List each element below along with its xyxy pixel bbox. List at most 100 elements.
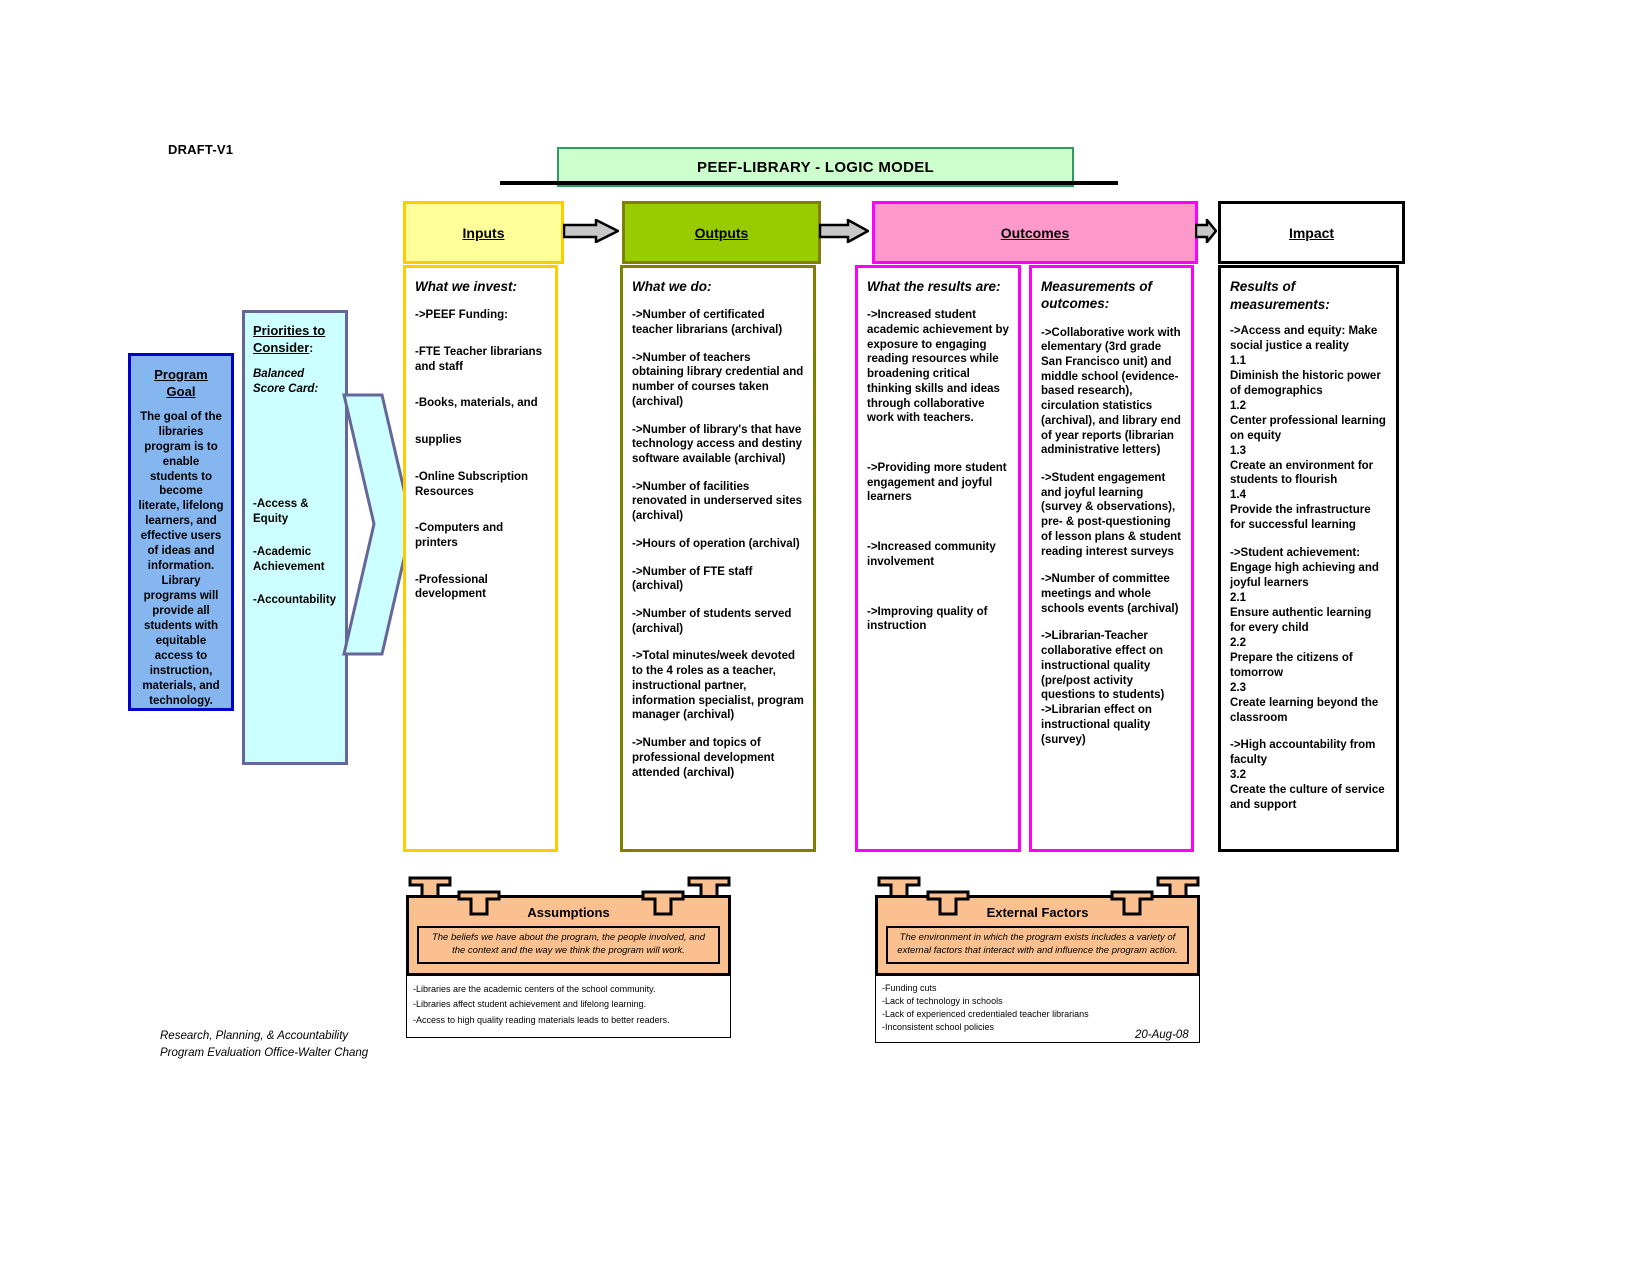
external-factors-section: External Factors The environment in whic…	[875, 876, 1200, 1043]
arrow-outputs-to-outcomes-icon	[819, 219, 869, 243]
external-factors-clamp-left-inner-icon	[926, 890, 970, 916]
results-heading: What the results are:	[867, 279, 1001, 294]
external-factors-item-2: -Lack of technology in schools	[882, 995, 1003, 1006]
impact-sub-3-2-text: Create the culture of service and suppor…	[1230, 784, 1385, 812]
assumptions-section: Assumptions The beliefs we have about th…	[406, 876, 731, 1038]
measures-heading-line2: outcomes:	[1041, 296, 1110, 312]
assumptions-item-1: -Libraries are the academic centers of t…	[413, 983, 656, 994]
inputs-item-computers-printers: -Computers and printers	[415, 522, 504, 550]
inputs-item-books-materials: -Books, materials, and	[415, 397, 538, 410]
assumptions-subtitle: The beliefs we have about the program, t…	[417, 926, 720, 964]
impact-sub-1-4-number: 1.4	[1230, 489, 1246, 502]
outputs-item-certificated-librarians: ->Number of certificated teacher librari…	[632, 309, 783, 336]
footer-date: 20-Aug-08	[1135, 1029, 1189, 1041]
impact-sub-1-1-number: 1.1	[1230, 354, 1246, 367]
measures-heading-line1: Measurements of	[1041, 279, 1153, 294]
footer-line-2: Program Evaluation Office-Walter Chang	[160, 1046, 369, 1059]
impact-gap-1	[1230, 533, 1387, 546]
inputs-item-funding: ->PEEF Funding:	[415, 309, 508, 322]
priority-item-access-equity: -Access & Equity	[253, 497, 309, 525]
program-goal-box: Program Goal The goal of the libraries p…	[128, 353, 234, 711]
measures-item-librarian-effect: ->Librarian effect on instructional qual…	[1041, 704, 1152, 746]
arrow-outcomes-to-impact-icon	[1195, 219, 1217, 243]
external-factors-clamp-right-inner-icon	[1110, 890, 1154, 916]
impact-sub-2-2-text: Prepare the citizens of tomorrow	[1230, 651, 1353, 679]
results-item-community-involvement: ->Increased community involvement	[867, 541, 996, 568]
program-goal-body: The goal of the libraries program is to …	[138, 410, 224, 707]
program-goal-title-line1: Program	[154, 367, 208, 382]
inputs-heading: What we invest:	[415, 279, 518, 294]
inputs-item-professional-development: -Professional development	[415, 573, 488, 601]
impact-sub-2-3-text: Create learning beyond the classroom	[1230, 696, 1379, 724]
impact-heading: Results of measurements:	[1230, 279, 1330, 312]
arrow-inputs-to-outputs-icon	[563, 219, 619, 243]
program-goal-title: Program Goal	[138, 367, 224, 401]
measures-heading: Measurements of outcomes:	[1041, 278, 1182, 313]
results-item-academic-achievement: ->Increased student academic achievement…	[867, 309, 1009, 425]
impact-sub-3-2-number: 3.2	[1230, 769, 1246, 782]
impact-sub-2-3-number: 2.3	[1230, 681, 1246, 694]
column-header-impact: Impact	[1218, 201, 1405, 264]
results-item-quality-of-instruction: ->Improving quality of instruction	[867, 605, 988, 633]
impact-sub-1-3-number: 1.3	[1230, 444, 1246, 457]
impact-group-accountability: ->High accountability from faculty 3.2 C…	[1230, 738, 1387, 813]
column-header-outputs-label: Outputs	[694, 224, 749, 241]
measures-item-student-engagement: ->Student engagement and joyful learning…	[1041, 472, 1181, 558]
assumptions-item-3: -Access to high quality reading material…	[413, 1015, 670, 1026]
priorities-title-colon: :	[309, 342, 314, 355]
diagram-title-text: PEEF-LIBRARY - LOGIC MODEL	[697, 158, 934, 176]
external-factors-item-1: -Funding cuts	[882, 982, 937, 993]
inputs-content-box: What we invest: ->PEEF Funding: -FTE Tea…	[403, 265, 558, 852]
outputs-item-facilities-renovated: ->Number of facilities renovated in unde…	[632, 480, 803, 523]
impact-sub-1-4-text: Provide the infrastructure for successfu…	[1230, 504, 1371, 532]
outputs-item-fte-staff: ->Number of FTE staff (archival)	[632, 565, 753, 593]
impact-sub-2-2-number: 2.2	[1230, 636, 1246, 649]
title-underline-rule	[500, 181, 1118, 185]
outputs-item-pd-topics: ->Number and topics of professional deve…	[632, 737, 775, 779]
outputs-item-technology-access: ->Number of library's that have technolo…	[632, 423, 803, 466]
inputs-item-online-subscription: -Online Subscription Resources	[415, 470, 529, 498]
column-header-outputs: Outputs	[622, 201, 821, 264]
results-item-student-engagement: ->Providing more student engagement and …	[867, 462, 1007, 504]
outputs-content-box: What we do: ->Number of certificated tea…	[620, 265, 816, 852]
impact-group-1-lead: ->Access and equity: Make social justice…	[1230, 325, 1378, 353]
external-factors-header-panel: External Factors The environment in whic…	[875, 890, 1200, 976]
assumptions-clamp-right-inner-icon	[641, 890, 685, 916]
impact-sub-1-2-number: 1.2	[1230, 399, 1246, 412]
column-header-inputs-label: Inputs	[462, 224, 505, 241]
impact-gap-2	[1230, 725, 1387, 738]
assumptions-header-panel: Assumptions The beliefs we have about th…	[406, 890, 731, 976]
impact-sub-1-3-text: Create an environment for students to fl…	[1230, 459, 1374, 487]
priorities-to-consider-box: Priorities to Consider: Balanced Score C…	[242, 310, 348, 765]
draft-version-label: DRAFT-V1	[168, 142, 234, 157]
impact-group-2-lead: ->Student achievement: Engage high achie…	[1230, 547, 1379, 590]
priorities-title-line1: Priorities to	[253, 323, 326, 338]
outputs-heading: What we do:	[632, 279, 712, 294]
external-factors-item-3: -Lack of experienced credentialed teache…	[882, 1008, 1089, 1019]
program-goal-title-line2: Goal	[166, 383, 196, 399]
impact-group-3-lead: ->High accountability from faculty	[1230, 739, 1376, 767]
outputs-item-students-served: ->Number of students served (archival)	[632, 608, 792, 635]
assumptions-list: -Libraries are the academic centers of t…	[406, 975, 731, 1038]
priority-item-accountability: -Accountability	[253, 593, 337, 606]
priorities-spacer	[253, 397, 337, 479]
priority-item-academic-achievement: -Academic Achievement	[253, 545, 325, 573]
impact-content-box: Results of measurements: ->Access and eq…	[1218, 265, 1399, 852]
measures-item-librarian-teacher-effect: ->Librarian-Teacher collaborative effect…	[1041, 630, 1165, 702]
outputs-item-minutes-per-week: ->Total minutes/week devoted to the 4 ro…	[632, 650, 804, 722]
column-header-impact-label: Impact	[1288, 224, 1335, 241]
measures-item-collaborative-work: ->Collaborative work with elementary (3r…	[1041, 326, 1181, 457]
assumptions-item-2: -Libraries affect student achievement an…	[413, 999, 646, 1010]
impact-sub-2-1-text: Ensure authentic learning for every chil…	[1230, 606, 1372, 634]
impact-sub-1-2-text: Center professional learning on equity	[1230, 414, 1386, 442]
column-header-inputs: Inputs	[403, 201, 564, 264]
outputs-item-hours-of-operation: ->Hours of operation (archival)	[632, 537, 800, 550]
outcomes-measurements-box: Measurements of outcomes: ->Collaborativ…	[1029, 265, 1194, 852]
outputs-item-teachers-credential: ->Number of teachers obtaining library c…	[632, 351, 804, 408]
measures-item-committee-meetings: ->Number of committee meetings and whole…	[1041, 573, 1179, 615]
inputs-item-supplies: supplies	[415, 434, 462, 447]
assumptions-clamp-left-inner-icon	[457, 890, 501, 916]
priorities-title: Priorities to Consider:	[253, 323, 337, 357]
inputs-item-fte-teacher-librarians: -FTE Teacher librarians and staff	[415, 345, 542, 373]
balanced-score-card-label: Balanced Score Card:	[253, 367, 319, 395]
